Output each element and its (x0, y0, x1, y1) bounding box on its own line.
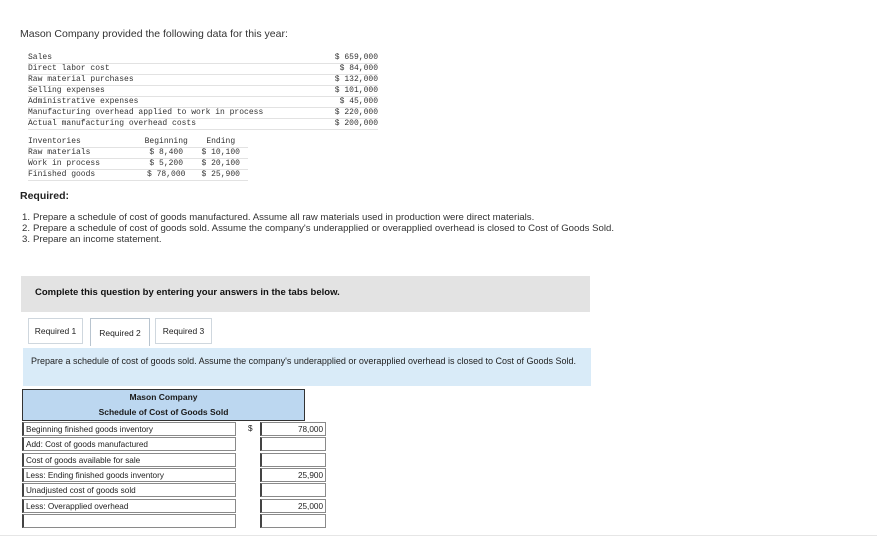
inventory-name: Work in process (28, 159, 101, 168)
data-label: Administrative expenses (28, 97, 139, 106)
requirement-text: Prepare a schedule of cost of goods manu… (33, 212, 535, 223)
data-row: Raw material purchases $ 132,000 (28, 75, 378, 86)
schedule-row-value[interactable] (260, 437, 326, 451)
requirement-number: 3. (22, 234, 31, 245)
data-row: Actual manufacturing overhead costs $ 200… (28, 119, 378, 130)
schedule-row-label[interactable]: Cost of goods available for sale (22, 453, 236, 467)
schedule-row-value[interactable] (260, 453, 326, 467)
required-heading: Required: (20, 190, 70, 202)
inventory-row: Raw materials $ 8,400 $ 10,100 (28, 148, 248, 159)
data-row: Administrative expenses $ 45,000 (28, 97, 378, 108)
requirement-item: 2. Prepare a schedule of cost of goods so… (22, 223, 662, 234)
schedule-title: Schedule of Cost of Goods Sold (98, 407, 229, 417)
inventory-beginning: $ 78,000 (147, 170, 186, 179)
schedule-row: Less: Ending finished goods inventory 25… (22, 468, 326, 483)
data-label: Actual manufacturing overhead costs (28, 119, 197, 128)
schedule-company: Mason Company (129, 392, 198, 402)
data-row: Manufacturing overhead applied to work i… (28, 108, 378, 119)
inventories-table: Inventories Beginning Ending Raw materia… (28, 137, 248, 181)
requirement-text: Prepare an income statement. (33, 234, 162, 245)
requirement-item: 3. Prepare an income statement. (22, 234, 662, 245)
schedule-row: Less: Overapplied overhead 25,000 (22, 499, 326, 514)
data-label: Selling expenses (28, 86, 105, 95)
requirement-number: 2. (22, 223, 31, 234)
inventory-row: Finished goods $ 78,000 $ 25,900 (28, 170, 248, 181)
schedule-header: Mason Company Schedule of Cost of Goods … (22, 389, 305, 421)
data-value: $ 659,000 (334, 53, 378, 62)
schedule-body: Beginning finished goods inventory $ 78,… (22, 422, 326, 532)
inventory-ending: $ 10,100 (201, 148, 240, 157)
data-row: Direct labor cost $ 84,000 (28, 64, 378, 75)
schedule-row-value[interactable]: 25,000 (260, 499, 326, 513)
schedule-row-value[interactable]: 25,900 (260, 468, 326, 482)
schedule-row-value[interactable] (260, 514, 326, 528)
inventory-beginning: $ 5,200 (149, 159, 184, 168)
data-label: Raw material purchases (28, 75, 134, 84)
schedule-row-label[interactable]: Less: Ending finished goods inventory (22, 468, 236, 482)
data-label: Direct labor cost (28, 64, 110, 73)
tab-instruction-box (23, 348, 591, 386)
data-row: Selling expenses $ 101,000 (28, 86, 378, 97)
requirement-item: 1. Prepare a schedule of cost of goods ma… (22, 212, 662, 223)
schedule-row-value[interactable] (260, 483, 326, 497)
schedule-row-value[interactable]: 78,000 (260, 422, 326, 436)
data-row: Sales $ 659,000 (28, 53, 378, 64)
inventory-beginning: $ 8,400 (149, 148, 184, 157)
schedule-row (22, 514, 326, 529)
inventory-row: Work in process $ 5,200 $ 20,100 (28, 159, 248, 170)
bottom-divider (0, 535, 877, 536)
data-label: Sales (28, 53, 53, 62)
data-value: $ 200,000 (334, 119, 378, 128)
schedule-row-label[interactable]: Beginning finished goods inventory (22, 422, 236, 436)
intro-text: Mason Company provided the following dat… (20, 28, 288, 40)
data-value: $ 220,000 (334, 108, 378, 117)
tab-required-1[interactable]: Required 1 (28, 318, 83, 344)
data-value: $ 84,000 (339, 64, 378, 73)
data-label: Manufacturing overhead applied to work i… (28, 108, 264, 117)
cost-data-table: Sales $ 659,000 Direct labor cost $ 84,000… (28, 53, 378, 130)
requirements-list: 1. Prepare a schedule of cost of goods ma… (22, 212, 662, 245)
inventory-ending: $ 25,900 (201, 170, 240, 179)
data-value: $ 45,000 (339, 97, 378, 106)
schedule-row: Unadjusted cost of goods sold (22, 483, 326, 498)
data-value: $ 101,000 (334, 86, 378, 95)
cogs-schedule: Mason Company Schedule of Cost of Goods … (22, 389, 305, 421)
tab-instruction-text: Prepare a schedule of cost of goods sold… (31, 356, 577, 366)
inventories-header-row: Inventories Beginning Ending (28, 137, 248, 148)
schedule-row-label[interactable]: Less: Overapplied overhead (22, 499, 236, 513)
tab-required-3[interactable]: Required 3 (155, 318, 212, 344)
data-value: $ 132,000 (334, 75, 378, 84)
schedule-row-label[interactable]: Unadjusted cost of goods sold (22, 483, 236, 497)
schedule-row: Add: Cost of goods manufactured (22, 437, 326, 452)
schedule-row-label[interactable] (22, 514, 236, 528)
tab-required-2[interactable]: Required 2 (90, 318, 150, 346)
inventory-ending: $ 20,100 (201, 159, 240, 168)
ending-header: Ending (206, 137, 236, 146)
requirement-text: Prepare a schedule of cost of goods sold… (33, 223, 615, 234)
schedule-row-label[interactable]: Add: Cost of goods manufactured (22, 437, 236, 451)
inventory-name: Raw materials (28, 148, 91, 157)
inventories-header: Inventories (28, 137, 81, 146)
beginning-header: Beginning (144, 137, 188, 146)
requirement-number: 1. (22, 212, 31, 223)
schedule-row: Cost of goods available for sale (22, 453, 326, 468)
inventory-name: Finished goods (28, 170, 96, 179)
panel-text: Complete this question by entering your … (35, 287, 340, 298)
schedule-row: Beginning finished goods inventory $ 78,… (22, 422, 326, 437)
